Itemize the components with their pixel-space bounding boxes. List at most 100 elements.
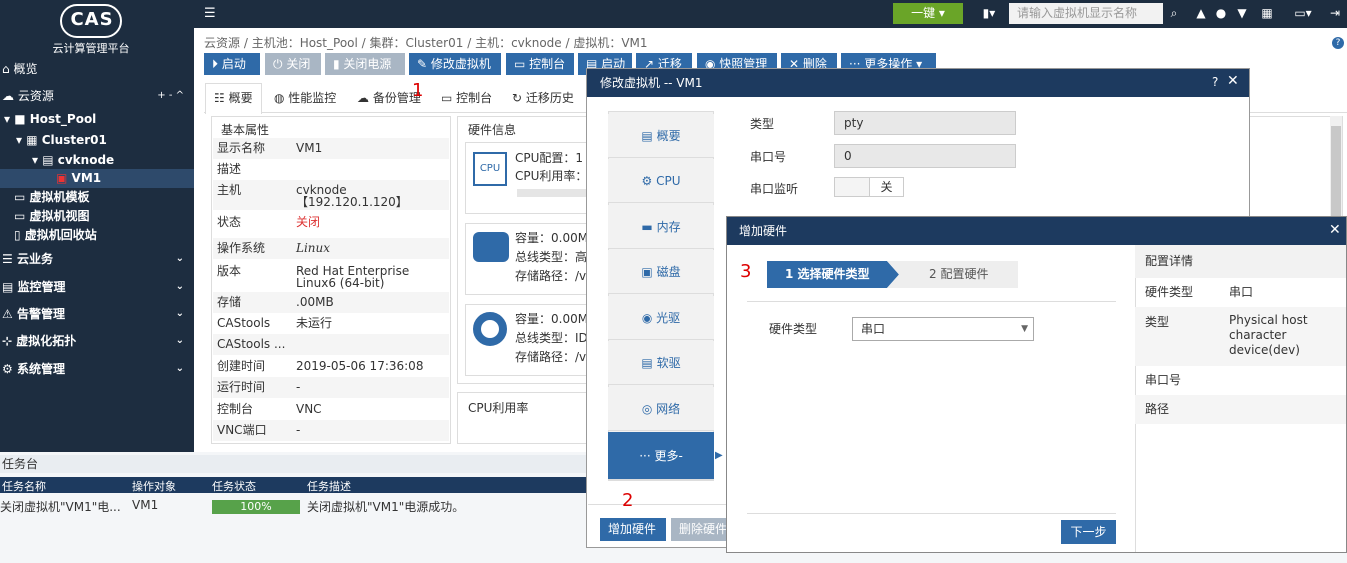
- listen-toggle[interactable]: 关: [834, 177, 904, 197]
- close-icon[interactable]: ✕: [1329, 222, 1341, 238]
- tab-console[interactable]: ▭ 控制台: [441, 88, 492, 108]
- property-row: 创建时间 2019-05-06 17:36:08: [213, 356, 449, 377]
- property-key: CAStools: [217, 316, 271, 330]
- tree-vm1[interactable]: ▣ VM1: [0, 169, 194, 188]
- shirt-icon[interactable]: ▼: [1234, 5, 1250, 21]
- property-key: 显示名称: [217, 141, 266, 155]
- chevron-down-icon: ⌄: [175, 253, 184, 264]
- help-icon[interactable]: ?: [1212, 75, 1218, 89]
- property-key: 主机: [217, 183, 242, 197]
- monitor-icon: ▤: [2, 280, 14, 294]
- close-icon[interactable]: ✕: [1227, 73, 1239, 89]
- sidebar-item-vm-template[interactable]: ▭ 虚拟机模板: [0, 188, 194, 207]
- property-row: 状态 关闭: [213, 212, 449, 233]
- property-row: 运行时间 -: [213, 377, 449, 398]
- grid-icon[interactable]: ▦: [1259, 5, 1275, 21]
- help-icon[interactable]: ?: [1332, 37, 1344, 49]
- layout-icon[interactable]: ▭▾: [1289, 5, 1317, 21]
- next-button[interactable]: 下一步: [1061, 520, 1116, 544]
- menu-toggle-icon[interactable]: ☰: [204, 6, 216, 21]
- warning-icon[interactable]: ▲: [1193, 5, 1209, 21]
- property-row: 操作系统 Linux: [213, 238, 449, 259]
- nav-cdrom[interactable]: ◉ 光驱: [608, 296, 714, 340]
- vm-icon: ▣: [56, 171, 68, 185]
- chevron-down-icon: ⌄: [175, 363, 184, 374]
- add-hardware-title: 增加硬件: [727, 217, 1346, 245]
- task-row-desc: 关闭虚拟机"VM1"电源成功。: [307, 500, 465, 514]
- cloud-icon: ☁: [2, 89, 14, 103]
- nav-disk[interactable]: ▣ 磁盘: [608, 250, 714, 294]
- property-value: 关闭: [296, 215, 321, 229]
- logout-icon[interactable]: ⇥: [1327, 5, 1343, 21]
- task-header-name: 任务名称: [2, 480, 46, 493]
- tab-migrate-history[interactable]: ↻ 迁移历史: [512, 88, 574, 108]
- nav-floppy[interactable]: ▤ 软驱: [608, 341, 714, 385]
- sidebar-item-topology[interactable]: ⊹ 虚拟化拓扑 ⌄: [0, 330, 194, 352]
- sidebar-item-system[interactable]: ⚙ 系统管理 ⌄: [0, 358, 194, 380]
- property-row: CAStools 未运行: [213, 313, 449, 334]
- console-button[interactable]: ▭ 控制台: [506, 53, 574, 75]
- tab-performance[interactable]: ◍ 性能监控: [274, 88, 336, 108]
- device-icon[interactable]: ▮▾: [978, 5, 1000, 21]
- task-header: [0, 477, 600, 493]
- property-row: 描述: [213, 159, 449, 180]
- sidebar-item-overview[interactable]: ⌂ 概览: [0, 58, 194, 80]
- scrollbar-thumb[interactable]: [1331, 126, 1341, 216]
- chevron-down-icon: ▼: [1021, 324, 1028, 334]
- add-hardware-button[interactable]: 增加硬件: [600, 518, 666, 541]
- search-icon[interactable]: ⌕: [1166, 5, 1182, 21]
- power-off-button[interactable]: ▮ 关闭电源: [325, 53, 405, 75]
- vm-search-input[interactable]: 请输入虚拟机显示名称: [1009, 3, 1163, 24]
- nav-more[interactable]: ··· 更多-: [608, 432, 714, 480]
- listen-toggle-value: 关: [869, 178, 903, 196]
- tree-cluster[interactable]: ▾ ▦ Cluster01: [0, 129, 194, 151]
- tab-overview[interactable]: ☷ 概要: [214, 88, 253, 108]
- sidebar: CAS 云计算管理平台 ⌂ 概览 ☁ 云资源 + - ^ ▾ ■ Host_Po…: [0, 0, 194, 452]
- cpu-util-bar: [517, 189, 593, 197]
- sidebar-item-cloud-service[interactable]: ☰ 云业务 ⌄: [0, 248, 194, 270]
- property-key: 存储: [217, 295, 242, 309]
- tree-host-pool[interactable]: ▾ ■ Host_Pool: [0, 108, 194, 130]
- sidebar-item-recycle-bin[interactable]: ▯ 虚拟机回收站: [0, 226, 194, 245]
- start-button[interactable]: ⏵ 启动: [204, 53, 260, 75]
- nav-memory[interactable]: ▬ 内存: [608, 205, 714, 249]
- caret-right-icon: ▶: [715, 450, 723, 461]
- disk-icon: [473, 232, 509, 262]
- chevron-down-icon: ⌄: [175, 308, 184, 319]
- edit-vm-button[interactable]: ✎ 修改虚拟机: [409, 53, 501, 75]
- tree-host[interactable]: ▾ ▤ cvknode: [0, 149, 194, 171]
- user-icon[interactable]: ●: [1213, 5, 1229, 21]
- edit-vm-dialog-title: 修改虚拟机 -- VM1: [587, 69, 1249, 97]
- hw-type-select[interactable]: 串口 ▼: [852, 317, 1034, 341]
- remove-hardware-button[interactable]: 删除硬件: [671, 518, 727, 541]
- nav-network[interactable]: ◎ 网络: [608, 387, 714, 431]
- task-row-name: 关闭虚拟机"VM1"电...: [0, 500, 121, 514]
- disk-path: 存储路径：/v: [515, 269, 587, 283]
- property-value: VM1: [296, 141, 323, 155]
- property-row: 控制台 VNC: [213, 399, 449, 420]
- cpu-config-text: CPU配置：1: [515, 151, 584, 165]
- property-value: -: [296, 423, 301, 437]
- sidebar-item-cloud-resources[interactable]: ☁ 云资源 + - ^: [0, 85, 194, 107]
- cpu-chart-title: CPU利用率: [468, 401, 529, 415]
- shutdown-button[interactable]: ⏻ 关闭: [265, 53, 321, 75]
- sidebar-item-alarm[interactable]: ⚠ 告警管理 ⌄: [0, 303, 194, 325]
- property-value: VNC: [296, 402, 322, 416]
- home-icon: ⌂: [2, 62, 10, 76]
- property-row: 版本 Red Hat Enterprise Linux6 (64-bit): [213, 261, 449, 291]
- port-field[interactable]: 0: [834, 144, 1016, 168]
- property-value: 2019-05-06 17:36:08: [296, 359, 424, 373]
- type-field[interactable]: pty: [834, 111, 1016, 135]
- nav-cpu[interactable]: ⚙ CPU: [608, 159, 714, 203]
- service-icon: ☰: [2, 252, 13, 266]
- view-icon: ▭: [14, 209, 26, 223]
- task-header-desc: 任务描述: [307, 480, 351, 493]
- nav-overview[interactable]: ▤ 概要: [608, 114, 714, 158]
- hardware-title: 硬件信息: [468, 123, 517, 137]
- type-label: 类型: [750, 117, 775, 131]
- sidebar-item-monitor[interactable]: ▤ 监控管理 ⌄: [0, 276, 194, 298]
- one-key-button[interactable]: 一键 ▾: [893, 3, 963, 24]
- resource-actions[interactable]: + - ^: [157, 85, 184, 107]
- annotation-3: 3: [740, 261, 752, 282]
- sidebar-item-vm-view[interactable]: ▭ 虚拟机视图: [0, 207, 194, 226]
